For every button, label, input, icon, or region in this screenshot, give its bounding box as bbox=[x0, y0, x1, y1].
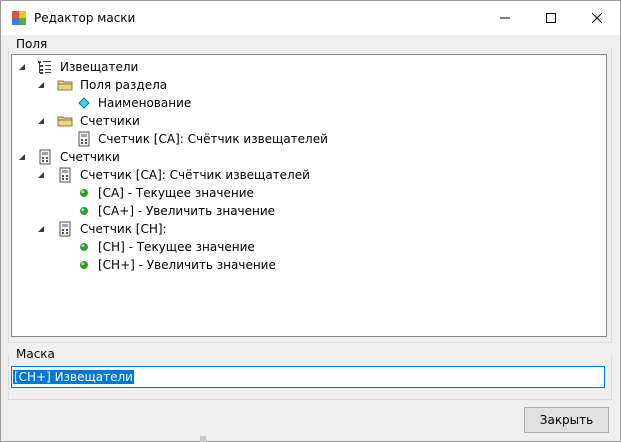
resize-notch bbox=[200, 436, 206, 442]
fields-tree[interactable]: Извещатели Поля раздела Наименование Сче… bbox=[11, 54, 607, 337]
expand-triangle-icon[interactable] bbox=[37, 225, 45, 233]
calculator-icon bbox=[78, 131, 90, 147]
mask-input-value: [СН+] Извещатели bbox=[13, 370, 134, 384]
tree-node-label: Извещатели bbox=[60, 60, 139, 74]
expand-triangle-icon[interactable] bbox=[37, 81, 45, 89]
green-dot-icon bbox=[80, 207, 88, 215]
expand-triangle-icon[interactable] bbox=[18, 63, 26, 71]
window-title: Редактор маски bbox=[34, 11, 136, 25]
tree-node-label: Счетчик [СА]: Счётчик извещателей bbox=[80, 168, 310, 182]
tree-node-label: Счетчики bbox=[60, 150, 120, 164]
tree-node-label: [СА+] - Увеличить значение bbox=[98, 204, 276, 218]
mask-input[interactable]: [СН+] Извещатели bbox=[11, 366, 605, 388]
close-window-button[interactable] bbox=[574, 1, 620, 35]
diamond-icon bbox=[78, 97, 90, 109]
expand-triangle-icon[interactable] bbox=[37, 171, 45, 179]
app-icon bbox=[12, 11, 26, 25]
close-icon bbox=[592, 13, 602, 23]
close-button[interactable]: Закрыть bbox=[524, 407, 609, 433]
mask-group-label: Маска bbox=[16, 347, 55, 361]
green-dot-icon bbox=[80, 189, 88, 197]
expand-triangle-icon[interactable] bbox=[37, 117, 45, 125]
tree-node-label: [СН] - Текущее значение bbox=[98, 240, 255, 254]
tree-node-label: [СА] - Текущее значение bbox=[98, 186, 254, 200]
tree-node-label: Счетчик [СН]: bbox=[80, 222, 167, 236]
minimize-button[interactable] bbox=[482, 1, 528, 35]
folder-icon bbox=[57, 80, 73, 91]
tree-node-label: Наименование bbox=[98, 96, 192, 110]
calculator-icon bbox=[39, 149, 51, 165]
title-bar[interactable]: Редактор маски bbox=[1, 1, 620, 35]
minimize-icon bbox=[500, 17, 510, 19]
tree-node-label: Поля раздела bbox=[80, 78, 168, 92]
fields-group-label: Поля bbox=[16, 37, 48, 51]
expand-triangle-icon[interactable] bbox=[18, 153, 26, 161]
green-dot-icon bbox=[80, 261, 88, 269]
tree-node-label: [СН+] - Увеличить значение bbox=[98, 258, 276, 272]
list-icon bbox=[38, 61, 51, 74]
green-dot-icon bbox=[80, 243, 88, 251]
maximize-button[interactable] bbox=[528, 1, 574, 35]
folder-icon bbox=[57, 116, 73, 127]
maximize-icon bbox=[546, 13, 556, 23]
tree-node-label: Счетчики bbox=[80, 114, 140, 128]
calculator-icon bbox=[59, 167, 71, 183]
calculator-icon bbox=[59, 221, 71, 237]
tree-node-label: Счетчик [СА]: Счётчик извещателей bbox=[98, 132, 328, 146]
